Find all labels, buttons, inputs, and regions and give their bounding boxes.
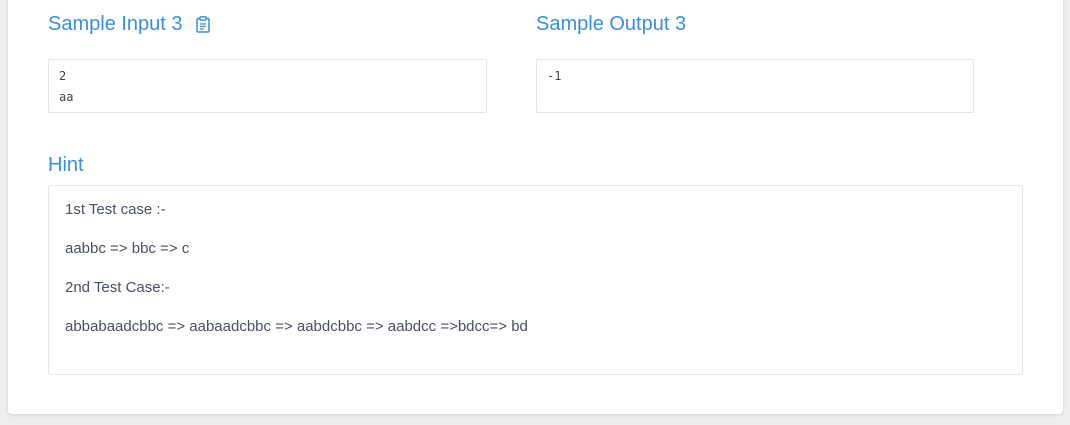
hint-line: aabbc => bbc => c xyxy=(65,240,190,257)
sample-input-title: Sample Input 3 xyxy=(48,13,183,35)
hint-box: 1st Test case :- aabbc => bbc => c 2nd T… xyxy=(48,185,1023,375)
sample-output-title: Sample Output 3 xyxy=(536,13,687,35)
clipboard-icon[interactable] xyxy=(196,16,210,33)
hint-line: 2nd Test Case:- xyxy=(65,279,170,296)
problem-card: Sample Input 3 2 aa Sample Output 3 -1 Hi… xyxy=(8,0,1063,414)
hint-line: abbabaadcbbc => aabaadcbbc => aabdcbbc =… xyxy=(65,318,528,335)
sample-input-line: 2 xyxy=(59,69,67,83)
hint-title: Hint xyxy=(48,154,84,176)
hint-line: 1st Test case :- xyxy=(65,201,166,218)
sample-input-box: 2 aa xyxy=(48,59,487,113)
sample-output-box: -1 xyxy=(536,59,974,113)
sample-output-line: -1 xyxy=(547,69,562,83)
sample-input-line: aa xyxy=(59,90,74,104)
